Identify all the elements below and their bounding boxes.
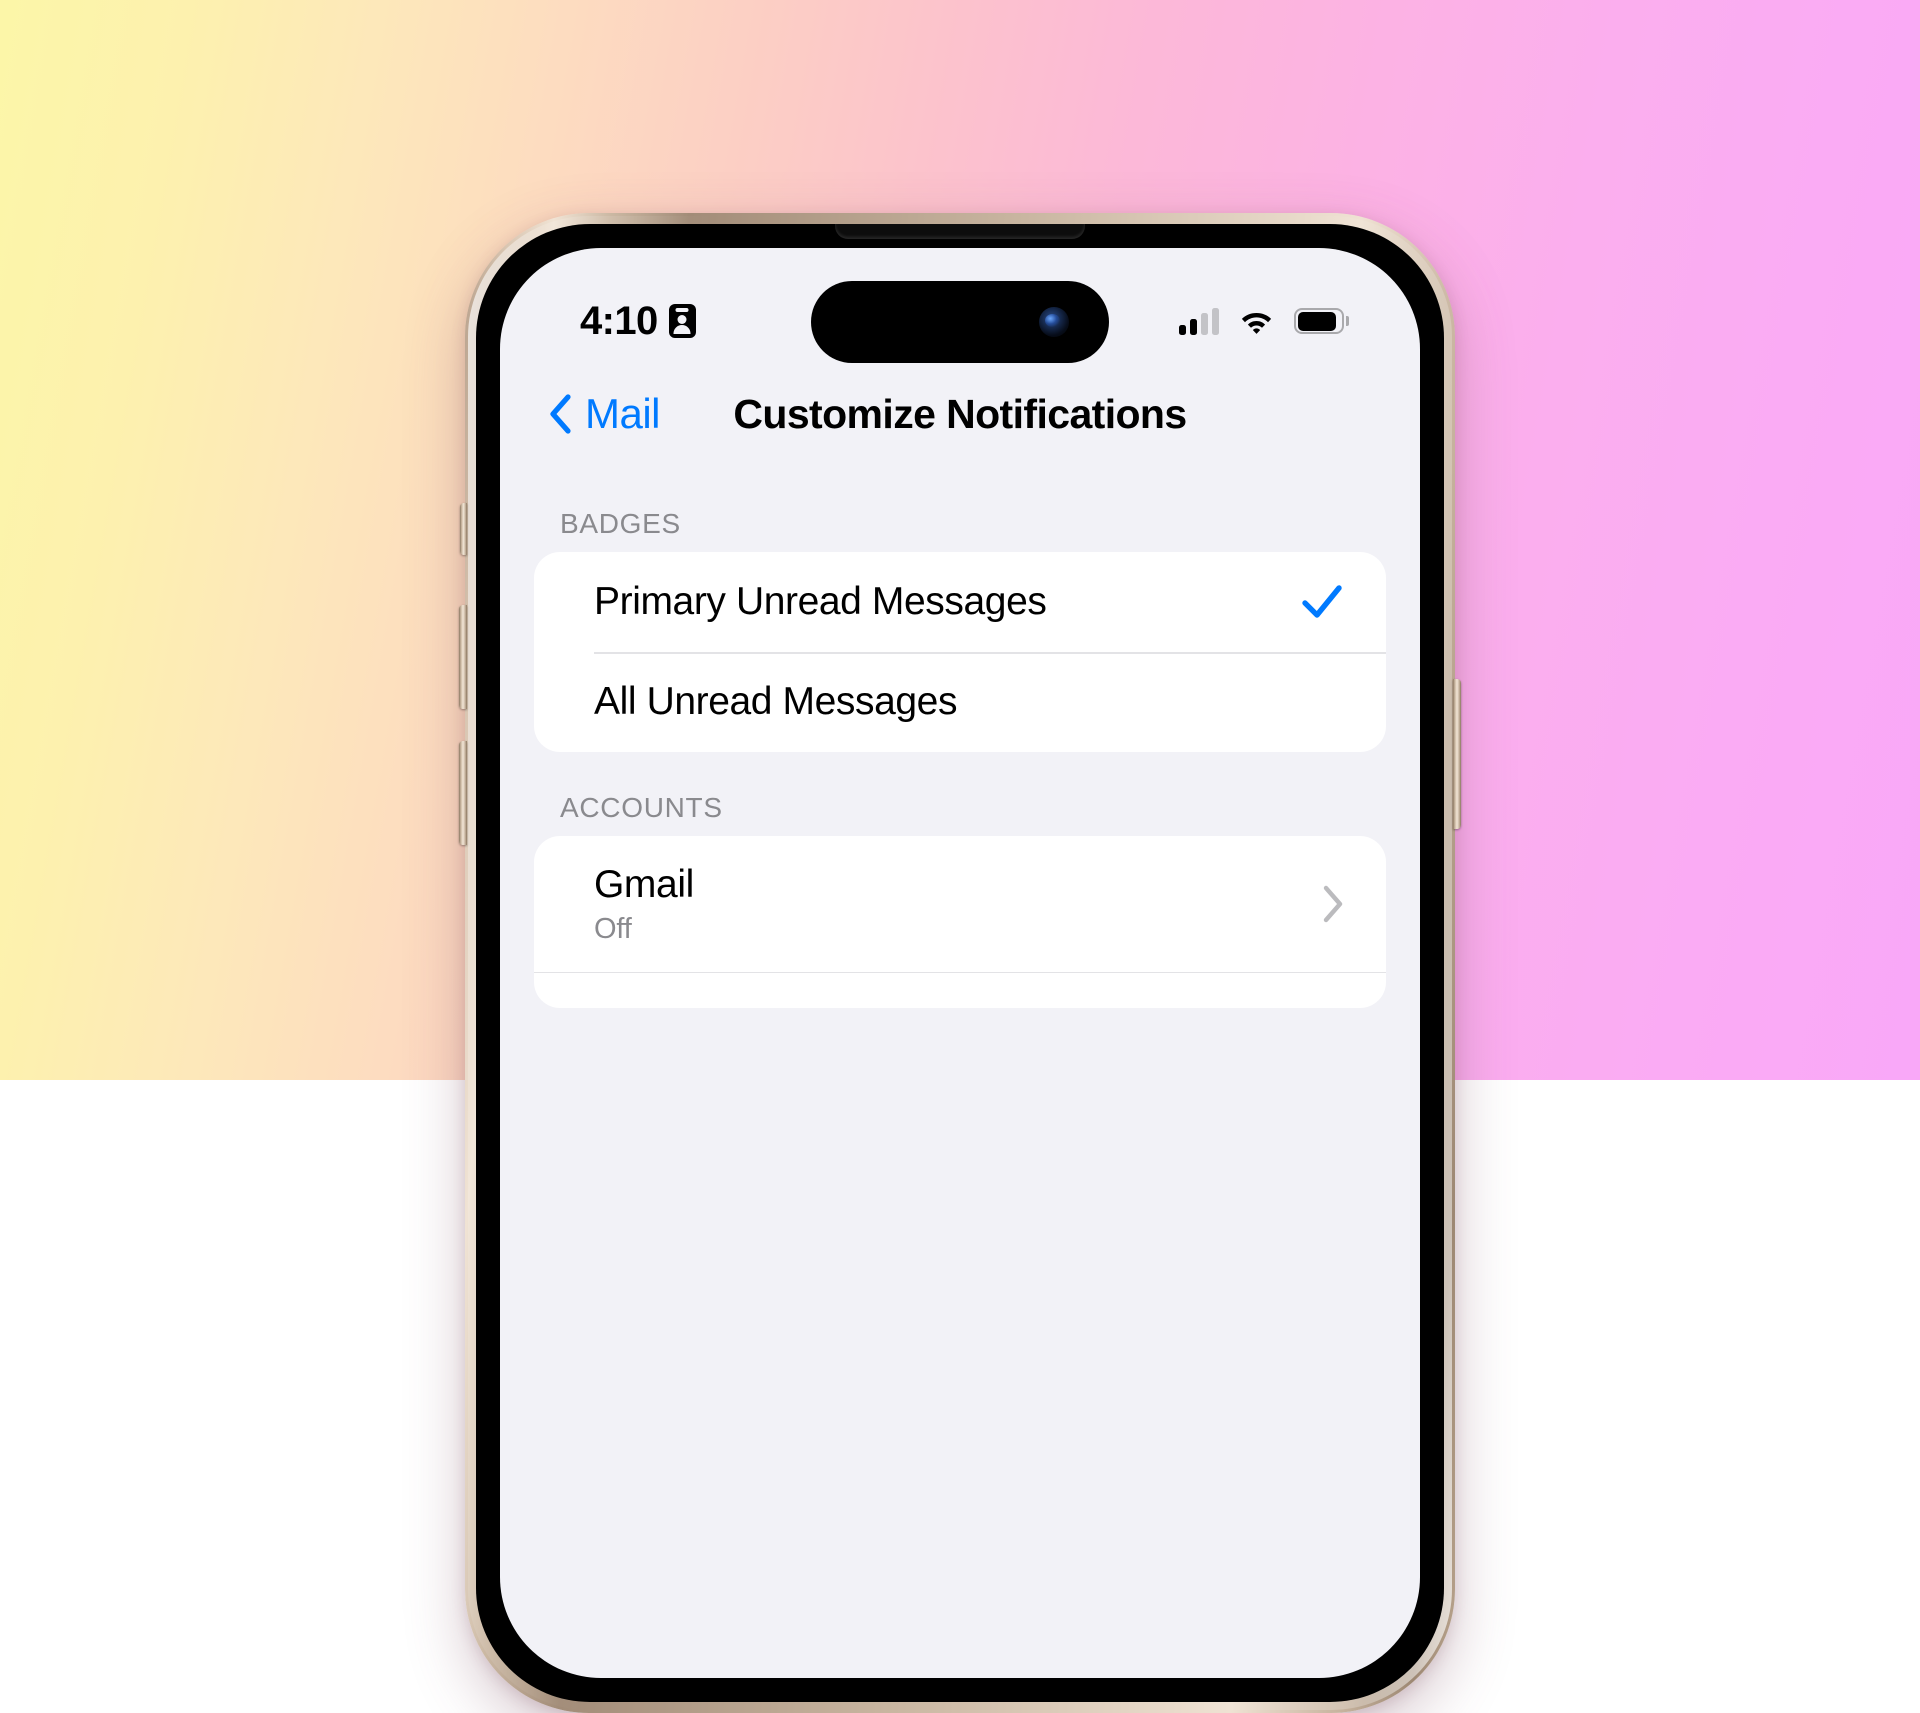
row-title: Primary Unread Messages [594, 580, 1300, 624]
volume-up-button[interactable] [459, 605, 467, 709]
row-next-partial[interactable] [534, 972, 1386, 1008]
row-primary-unread-messages[interactable]: Primary Unread Messages [534, 552, 1386, 652]
accounts-group: Gmail Off [534, 836, 1386, 1008]
badges-group: Primary Unread Messages All Unread Messa… [534, 552, 1386, 752]
back-button-label: Mail [585, 390, 660, 438]
iphone-device: 4:10 [465, 213, 1455, 1713]
settings-list: BADGES Primary Unread Messages [500, 468, 1420, 1678]
action-button[interactable] [460, 503, 467, 555]
device-bezel: 4:10 [476, 224, 1444, 1702]
navigation-bar: Mail Customize Notifications [500, 360, 1420, 468]
row-title: Gmail [594, 863, 1322, 907]
chevron-right-icon [1322, 885, 1344, 923]
status-bar-right [1179, 308, 1362, 335]
power-button[interactable] [1453, 679, 1461, 829]
status-bar-time: 4:10 [580, 299, 658, 344]
dynamic-island [811, 281, 1109, 363]
cellular-signal-icon [1179, 308, 1219, 335]
device-screen: 4:10 [500, 248, 1420, 1678]
section-header-accounts: ACCOUNTS [500, 752, 1420, 836]
checkmark-icon [1300, 580, 1344, 624]
wifi-icon [1239, 308, 1274, 334]
back-button[interactable]: Mail [548, 390, 660, 438]
row-gmail[interactable]: Gmail Off [534, 836, 1386, 972]
chevron-left-icon [548, 394, 572, 434]
section-header-badges: BADGES [500, 468, 1420, 552]
row-all-unread-messages[interactable]: All Unread Messages [534, 652, 1386, 752]
front-camera-icon [1039, 307, 1069, 337]
row-subtitle: Off [594, 913, 1322, 946]
volume-down-button[interactable] [459, 741, 467, 845]
row-title: All Unread Messages [594, 680, 1344, 724]
earpiece-speaker-slot [835, 224, 1085, 239]
battery-icon [1294, 308, 1344, 334]
id-card-icon [669, 304, 696, 338]
